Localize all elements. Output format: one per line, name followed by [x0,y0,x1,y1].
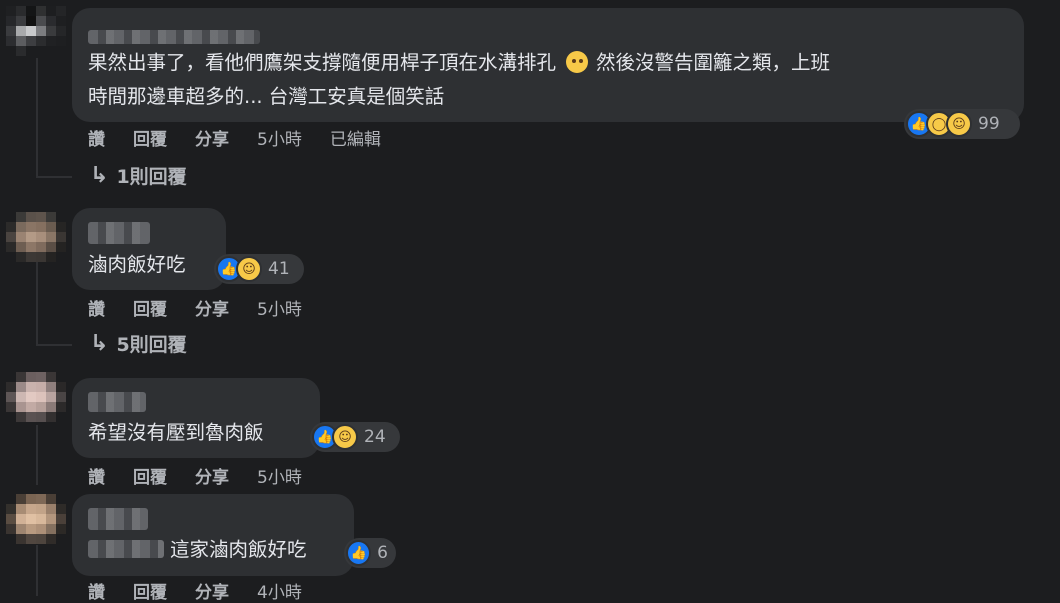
comment-text-line2: 時間那邊車超多的... 台灣工安真是個笑話 [88,85,445,108]
timestamp[interactable]: 5小時 [257,125,302,150]
comment-text-line1: 果然出事了，看他們鷹架支撐隨便用桿子頂在水溝排孔 [88,51,557,74]
edited-label: 已編輯 [329,130,381,150]
commenter-name[interactable] [88,392,146,412]
reaction-summary[interactable]: 👍 ◯ ☺ 99 [904,109,1020,139]
share-button[interactable]: 分享 [195,578,229,603]
like-button[interactable]: 讚 [88,463,105,488]
reply-button[interactable]: 回覆 [133,295,167,320]
reaction-count: 24 [364,427,386,447]
comment-text-line1b: 然後沒警告圍籬之類，上班 [596,51,831,74]
timestamp[interactable]: 5小時 [257,463,302,488]
thread-line [36,545,38,596]
avatar[interactable] [6,372,66,422]
comment-actions: 讚 回覆 分享 5小時 已編輯 [88,125,409,150]
timestamp[interactable]: 4小時 [257,578,302,603]
timestamp[interactable]: 5小時 [257,295,302,320]
reply-button[interactable]: 回覆 [133,578,167,603]
avatar[interactable] [6,6,66,56]
share-button[interactable]: 分享 [195,463,229,488]
thread-line [36,58,38,178]
thread-line [36,262,38,346]
commenter-name[interactable] [88,30,260,44]
reaction-count: 6 [377,543,388,563]
thread-line [36,176,72,178]
comment-text: 這家滷肉飯好吃 [170,538,307,561]
reaction-count: 99 [978,114,1000,134]
reply-button[interactable]: 回覆 [133,463,167,488]
comment-actions: 讚 回覆 分享 4小時 [88,578,330,603]
commenter-name-secondary [88,540,164,558]
reaction-summary[interactable]: 👍 ☺ 41 [214,254,304,284]
thread-line [36,344,72,346]
like-icon: 👍 [346,540,372,566]
comment-text: 滷肉飯好吃 [88,253,186,276]
haha-icon: ☺ [946,111,972,137]
view-replies-link[interactable]: ↳ 1則回覆 [90,162,187,189]
haha-icon: ☺ [236,256,262,282]
like-button[interactable]: 讚 [88,578,105,603]
share-button[interactable]: 分享 [195,125,229,150]
share-button[interactable]: 分享 [195,295,229,320]
avatar[interactable] [6,212,66,262]
thread-line [36,425,38,485]
comment-text: 果然出事了，看他們鷹架支撐隨便用桿子頂在水溝排孔 然後沒警告圍籬之類，上班 [88,46,830,80]
reaction-summary[interactable]: 👍 6 [344,538,396,568]
haha-icon: ☺ [332,424,358,450]
comment-text: 希望沒有壓到魯肉飯 [88,421,264,444]
like-button[interactable]: 讚 [88,125,105,150]
avatar[interactable] [6,494,66,544]
like-button[interactable]: 讚 [88,295,105,320]
replies-count-label: 5則回覆 [116,334,187,356]
reaction-count: 41 [268,259,290,279]
reply-button[interactable]: 回覆 [133,125,167,150]
reply-arrow-icon: ↳ [90,331,109,356]
view-replies-link[interactable]: ↳ 5則回覆 [90,330,187,357]
reaction-summary[interactable]: 👍 ☺ 24 [310,422,400,452]
comment-actions: 讚 回覆 分享 5小時 [88,463,330,488]
commenter-name[interactable] [88,222,150,244]
rolling-eyes-emoji-icon [566,51,589,73]
reply-arrow-icon: ↳ [90,163,109,188]
comment-actions: 讚 回覆 分享 5小時 [88,295,330,320]
commenter-name[interactable] [88,508,148,530]
replies-count-label: 1則回覆 [116,166,187,188]
